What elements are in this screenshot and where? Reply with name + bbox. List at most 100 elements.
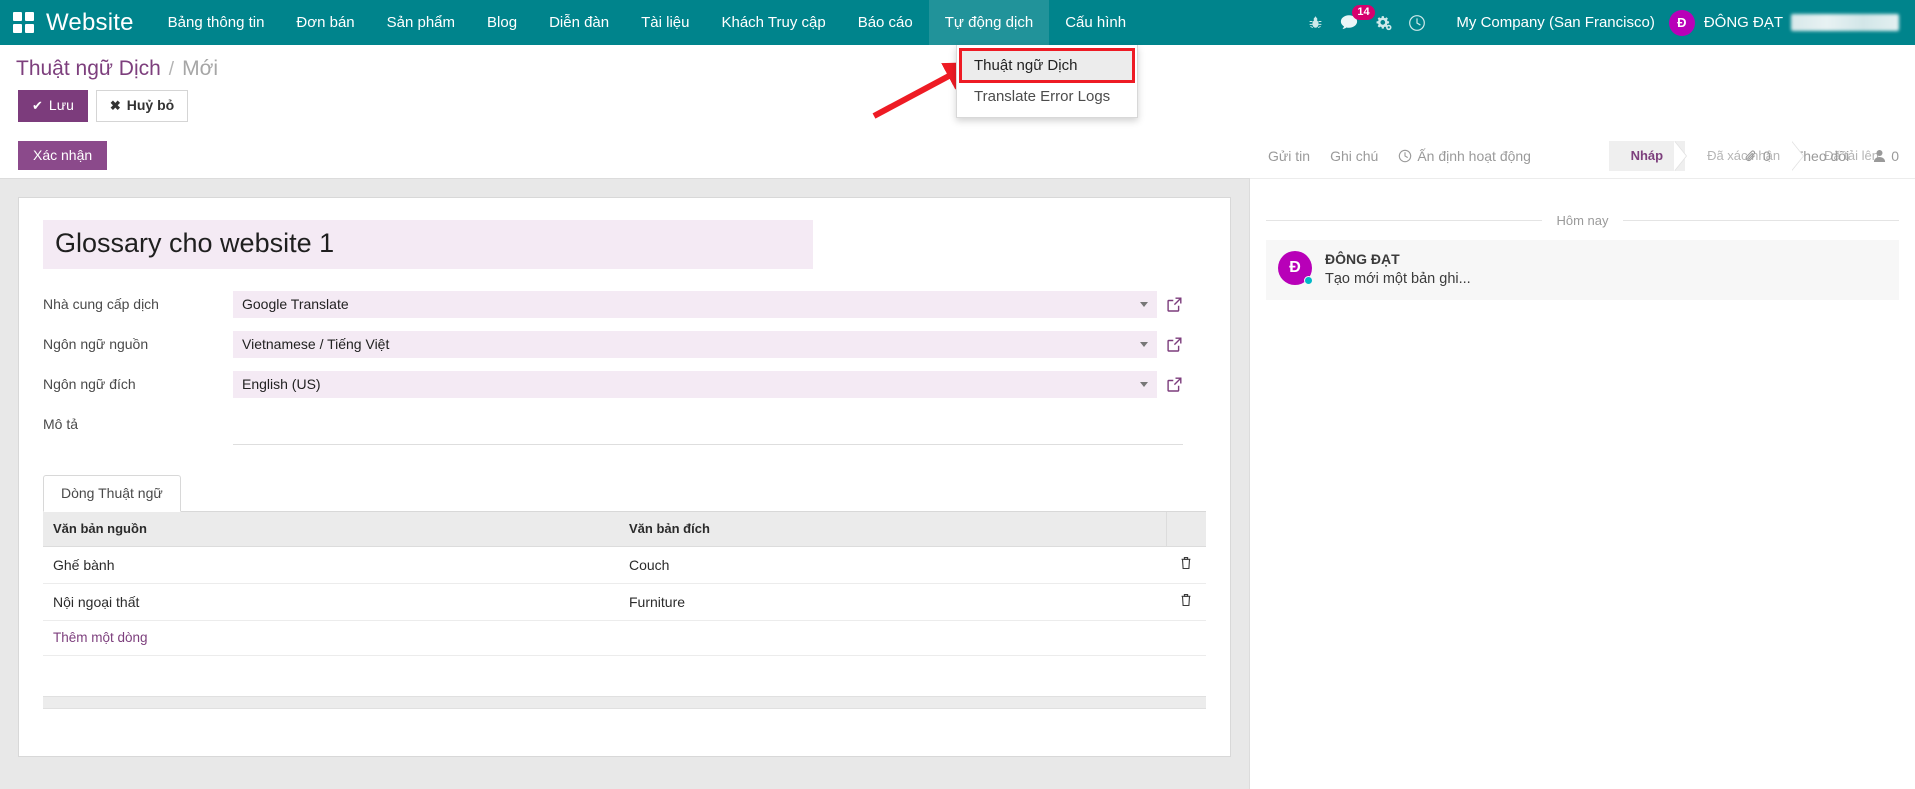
auto-translate-dropdown-menu: Thuật ngữ Dịch Translate Error Logs bbox=[956, 45, 1138, 118]
activities-button[interactable] bbox=[1400, 0, 1434, 45]
cell-source-text[interactable]: Ghế bành bbox=[43, 547, 619, 584]
column-header-target-text[interactable]: Văn bản đích bbox=[619, 512, 1166, 547]
chevron-down-icon bbox=[1140, 342, 1148, 347]
external-link-icon[interactable] bbox=[1166, 376, 1183, 393]
apps-menu-button[interactable] bbox=[0, 0, 46, 45]
close-icon: ✖ bbox=[110, 97, 121, 114]
message-author: ĐÔNG ĐẠT bbox=[1325, 251, 1471, 267]
external-link-icon[interactable] bbox=[1166, 336, 1183, 353]
external-link-icon[interactable] bbox=[1166, 296, 1183, 313]
menu-item-reporting[interactable]: Báo cáo bbox=[842, 0, 929, 45]
avatar: Đ bbox=[1278, 251, 1312, 285]
trash-icon bbox=[1180, 557, 1192, 573]
delete-row-button[interactable] bbox=[1166, 547, 1206, 584]
schedule-activity-button[interactable]: Ấn định hoạt động bbox=[1398, 148, 1531, 164]
bug-icon bbox=[1308, 15, 1323, 30]
day-separator-label: Hôm nay bbox=[1542, 213, 1622, 228]
menu-item-sales-orders[interactable]: Đơn bán bbox=[280, 0, 370, 45]
schedule-activity-label: Ấn định hoạt động bbox=[1417, 148, 1531, 164]
discard-button-label: Huỷ bỏ bbox=[127, 97, 174, 114]
message-text: Tạo mới một bản ghi... bbox=[1325, 267, 1471, 287]
field-label-translation-provider: Nhà cung cấp dịch bbox=[43, 291, 233, 312]
chevron-down-icon bbox=[1140, 382, 1148, 387]
chatter-toolbar: Gửi tin Ghi chú Ấn định hoạt động bbox=[1250, 133, 1915, 179]
source-language-select[interactable]: Vietnamese / Tiếng Việt bbox=[233, 331, 1157, 358]
chatter-message: Đ ĐÔNG ĐẠT Tạo mới một bản ghi... bbox=[1266, 240, 1899, 300]
table-row[interactable]: Ghế bành Couch bbox=[43, 547, 1206, 584]
debug-button[interactable] bbox=[1298, 0, 1332, 45]
redacted-user-detail bbox=[1791, 14, 1899, 31]
cell-target-text[interactable]: Furniture bbox=[619, 584, 1166, 621]
paperclip-icon bbox=[1744, 149, 1758, 163]
followers-count: 0 bbox=[1891, 148, 1899, 164]
column-header-actions bbox=[1166, 512, 1206, 547]
clock-icon bbox=[1408, 14, 1426, 32]
field-row-description: Mô tả bbox=[43, 411, 1206, 445]
log-note-button[interactable]: Ghi chú bbox=[1330, 148, 1378, 164]
discard-button[interactable]: ✖ Huỷ bỏ bbox=[96, 90, 188, 122]
cell-target-text[interactable]: Couch bbox=[619, 547, 1166, 584]
presence-indicator-icon bbox=[1304, 276, 1313, 285]
table-header: Văn bản nguồn Văn bản đích bbox=[43, 512, 1206, 547]
column-header-source-text[interactable]: Văn bản nguồn bbox=[43, 512, 619, 547]
check-icon: ✔ bbox=[32, 97, 43, 114]
confirm-button[interactable]: Xác nhận bbox=[18, 141, 107, 170]
field-label-description: Mô tả bbox=[43, 411, 233, 432]
menu-item-documents[interactable]: Tài liệu bbox=[625, 0, 705, 45]
navbar-systray: 14 My Company (San Francisco) bbox=[1298, 0, 1915, 45]
form-sheet: Nhà cung cấp dịch Google Translate bbox=[18, 197, 1231, 757]
chatter-thread: Hôm nay Đ ĐÔNG ĐẠT Tạo mới một bản ghi..… bbox=[1250, 179, 1915, 300]
field-control-description bbox=[233, 411, 1183, 445]
table-header-row: Văn bản nguồn Văn bản đích bbox=[43, 512, 1206, 547]
horizontal-scrollbar[interactable] bbox=[43, 696, 1206, 709]
send-message-button[interactable]: Gửi tin bbox=[1268, 148, 1310, 164]
table: Văn bản nguồn Văn bản đích Ghế bành Couc… bbox=[43, 512, 1206, 656]
breadcrumb-parent[interactable]: Thuật ngữ Dịch bbox=[16, 57, 161, 81]
menu-item-visitors[interactable]: Khách Truy cập bbox=[705, 0, 841, 45]
company-switcher[interactable]: My Company (San Francisco) bbox=[1434, 14, 1668, 31]
field-row-translation-provider: Nhà cung cấp dịch Google Translate bbox=[43, 291, 1206, 318]
followers-counter[interactable]: 0 bbox=[1873, 148, 1899, 164]
menu-item-configuration[interactable]: Cấu hình bbox=[1049, 0, 1142, 45]
glossary-name-input[interactable] bbox=[43, 220, 813, 269]
target-language-select[interactable]: English (US) bbox=[233, 371, 1157, 398]
separator-line-right bbox=[1623, 220, 1899, 221]
menu-item-auto-translate[interactable]: Tự động dịch bbox=[929, 0, 1049, 45]
add-row[interactable]: Thêm một dòng bbox=[43, 621, 1206, 656]
field-control-target-language: English (US) bbox=[233, 371, 1183, 398]
messages-button[interactable]: 14 bbox=[1332, 0, 1366, 45]
translation-provider-select[interactable]: Google Translate bbox=[233, 291, 1157, 318]
add-a-line-button[interactable]: Thêm một dòng bbox=[43, 621, 1206, 656]
notebook: Dòng Thuật ngữ Văn bản nguồn Văn bản đíc… bbox=[43, 475, 1206, 709]
brand-title[interactable]: Website bbox=[46, 9, 152, 37]
translation-provider-value: Google Translate bbox=[242, 296, 349, 312]
user-menu[interactable]: Đ ĐÔNG ĐẠT bbox=[1669, 10, 1905, 36]
main-content: Nhà cung cấp dịch Google Translate bbox=[0, 179, 1915, 789]
avatar: Đ bbox=[1669, 10, 1695, 36]
clock-icon bbox=[1398, 149, 1412, 163]
dropdown-item-translation-glossary[interactable]: Thuật ngữ Dịch bbox=[961, 50, 1133, 81]
menu-item-blog[interactable]: Blog bbox=[471, 0, 533, 45]
save-button-label: Lưu bbox=[49, 97, 74, 114]
save-button[interactable]: ✔ Lưu bbox=[18, 90, 88, 122]
attachments-counter[interactable]: 0 bbox=[1744, 148, 1771, 164]
tab-glossary-lines[interactable]: Dòng Thuật ngữ bbox=[43, 475, 181, 512]
source-language-value: Vietnamese / Tiếng Việt bbox=[242, 336, 389, 352]
glossary-lines-table: Văn bản nguồn Văn bản đích Ghế bành Couc… bbox=[43, 512, 1206, 656]
menu-item-forum[interactable]: Diễn đàn bbox=[533, 0, 625, 45]
settings-button[interactable] bbox=[1366, 0, 1400, 45]
delete-row-button[interactable] bbox=[1166, 584, 1206, 621]
menu-item-products[interactable]: Sản phẩm bbox=[371, 0, 471, 45]
dropdown-item-translate-error-logs[interactable]: Translate Error Logs bbox=[957, 81, 1137, 112]
user-icon bbox=[1873, 149, 1886, 163]
main-menu: Bảng thông tin Đơn bán Sản phẩm Blog Diễ… bbox=[152, 0, 1142, 45]
field-label-target-language: Ngôn ngữ đích bbox=[43, 371, 233, 392]
user-name-label: ĐÔNG ĐẠT bbox=[1695, 14, 1783, 31]
table-row[interactable]: Nội ngoại thất Furniture bbox=[43, 584, 1206, 621]
menu-item-dashboard[interactable]: Bảng thông tin bbox=[152, 0, 281, 45]
gears-icon bbox=[1375, 15, 1392, 31]
apps-grid-icon bbox=[13, 12, 34, 33]
cell-source-text[interactable]: Nội ngoại thất bbox=[43, 584, 619, 621]
field-row-source-language: Ngôn ngữ nguồn Vietnamese / Tiếng Việt bbox=[43, 331, 1206, 358]
description-input[interactable] bbox=[233, 411, 1183, 445]
